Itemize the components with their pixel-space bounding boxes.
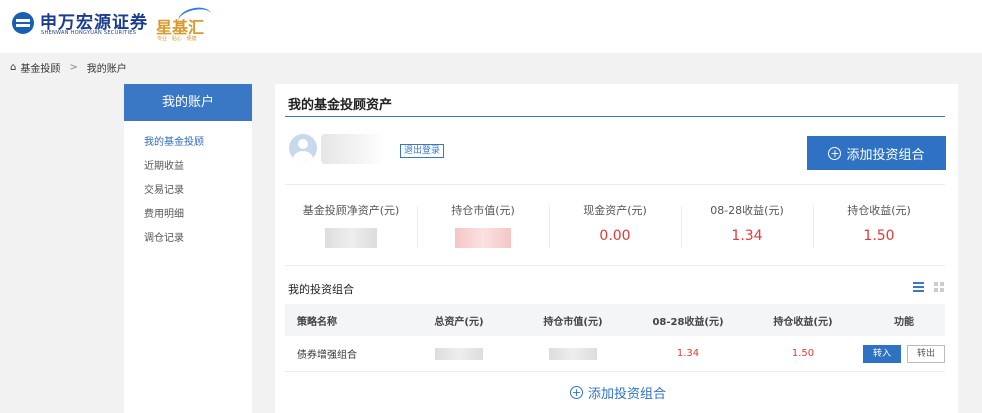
stat-market-value: 持仓市值(元) [417,202,549,252]
title-underline [285,116,945,117]
stat-hold-profit: 持仓收益(元) 1.50 [813,202,945,252]
stat-net-assets: 基金投顾净资产(元) [285,202,417,252]
col-day-profit: 08-28收益(元) [652,316,724,328]
breadcrumb-fund-advisory[interactable]: 基金投顾 [20,60,60,75]
shenwan-logo-icon [12,12,34,34]
brand2-arc-icon [176,4,214,32]
table-header: 策略名称 总资产(元) 持仓市值(元) 08-28收益(元) 持仓收益(元) 功… [285,304,945,336]
divider [285,184,945,185]
col-actions: 功能 [894,316,914,328]
home-icon[interactable]: ⌂ [10,62,16,73]
stat-label: 08-28收益(元) [710,204,784,217]
add-portfolio-link-label: 添加投资组合 [588,387,667,402]
stat-value-masked [417,228,549,248]
cell-market-masked [513,347,633,360]
col-strategy-name: 策略名称 [297,316,337,328]
portfolio-table: 策略名称 总资产(元) 持仓市值(元) 08-28收益(元) 持仓收益(元) 功… [285,304,945,372]
logo-english: SHENWAN HONGYUAN SECURITIES [41,30,137,36]
masked-username [321,134,385,164]
sidebar-item-recent-profit[interactable]: 近期收益 [144,155,252,179]
stat-label: 持仓收益(元) [847,204,911,217]
table-row: 债券增强组合 1.34 1.50 转入 转出 [285,336,945,372]
sidebar-item-trade-records[interactable]: 交易记录 [144,179,252,203]
add-portfolio-button[interactable]: + 添加投资组合 [807,136,946,170]
plus-circle-icon: + [828,146,842,160]
breadcrumb-separator: > [69,62,78,73]
sidebar-item-rebalance-records[interactable]: 调仓记录 [144,227,252,251]
asset-stats: 基金投顾净资产(元) 持仓市值(元) 现金资产(元) 0.00 08-28收益(… [285,202,945,252]
cell-strategy-name[interactable]: 债券增强组合 [285,346,405,361]
stat-label: 现金资产(元) [583,204,647,217]
sidebar-title: 我的账户 [124,84,252,121]
logout-button[interactable]: 退出登录 [400,144,445,158]
list-view-icon[interactable] [913,282,924,292]
breadcrumb-my-account: 我的账户 [86,64,127,75]
portfolio-section-title: 我的投资组合 [288,283,354,296]
stat-value: 1.34 [731,228,763,244]
page-title: 我的基金投顾资产 [288,98,393,113]
cell-total-masked [405,347,513,360]
plus-circle-icon: + [570,386,583,399]
stat-day-profit: 08-28收益(元) 1.34 [681,202,813,252]
transfer-out-button[interactable]: 转出 [907,344,945,363]
col-market-value: 持仓市值(元) [543,316,603,328]
stat-value: 0.00 [599,228,631,244]
stat-label: 基金投顾净资产(元) [302,204,400,217]
divider [285,265,945,266]
sidebar: 我的账户 我的基金投顾 近期收益 交易记录 费用明细 调仓记录 [124,84,252,413]
stat-cash-assets: 现金资产(元) 0.00 [549,202,681,252]
stat-value: 1.50 [863,228,895,244]
grid-view-icon[interactable] [934,282,944,292]
cell-hold-profit: 1.50 [791,348,815,359]
avatar [289,134,317,162]
breadcrumb: ⌂ 基金投顾 > 我的账户 [10,60,127,75]
sidebar-list: 我的基金投顾 近期收益 交易记录 费用明细 调仓记录 [124,121,252,251]
top-bar: 申万宏源证券 SHENWAN HONGYUAN SECURITIES 星基汇 专… [0,0,982,53]
main-panel: 我的基金投顾资产 退出登录 + 添加投资组合 基金投顾净资产(元) 持仓市值(元… [275,84,958,413]
sidebar-item-my-fund-advisory[interactable]: 我的基金投顾 [144,131,252,155]
stat-label: 持仓市值(元) [451,204,515,217]
cell-actions: 转入 转出 [863,344,945,363]
col-hold-profit: 持仓收益(元) [773,316,833,328]
brand2-slogan: 专业 · 贴心 · 便捷 [157,36,197,42]
col-total-assets: 总资产(元) [434,316,484,328]
add-portfolio-link[interactable]: + 添加投资组合 [570,383,666,402]
sidebar-item-fee-details[interactable]: 费用明细 [144,203,252,227]
add-portfolio-label: 添加投资组合 [846,147,925,163]
transfer-in-button[interactable]: 转入 [863,344,901,363]
cell-day-profit: 1.34 [676,348,700,359]
stat-value-masked [285,228,417,248]
